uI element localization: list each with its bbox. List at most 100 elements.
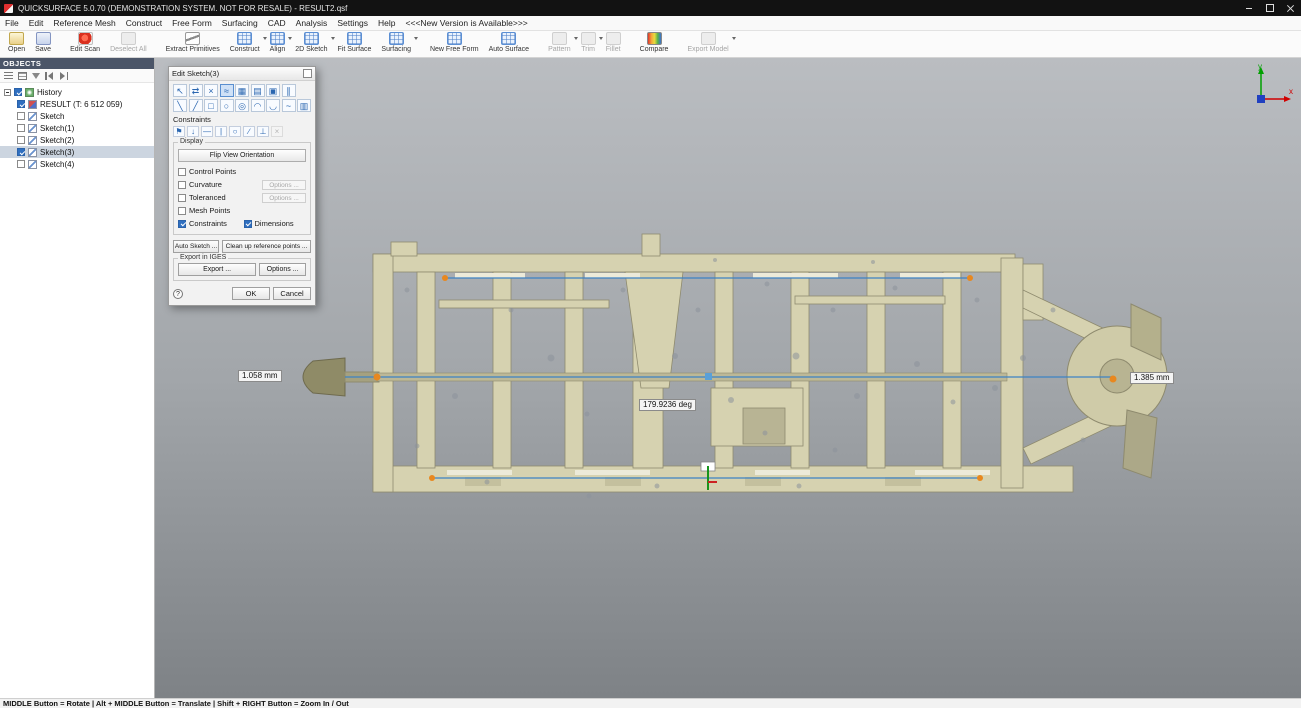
curvature-checkbox[interactable] xyxy=(178,181,186,189)
help-icon[interactable]: ? xyxy=(173,289,183,299)
mirror-tool-icon[interactable]: ▣ xyxy=(266,84,280,97)
tree-item-sketch2[interactable]: Sketch(2) xyxy=(0,134,154,146)
toolbar-new-free-form-button[interactable]: New Free Form xyxy=(425,32,484,53)
pattern-grid-tool-icon[interactable]: ▦ xyxy=(235,84,249,97)
menu-analysis[interactable]: Analysis xyxy=(291,18,333,28)
toolbar-export-model-button[interactable]: Export Model xyxy=(682,32,733,53)
menu-help[interactable]: Help xyxy=(373,18,400,28)
tree-item-history[interactable]: History xyxy=(0,86,154,98)
pattern-linear-tool-icon[interactable]: ▤ xyxy=(251,84,265,97)
dimension-label-right[interactable]: 1.385 mm xyxy=(1130,372,1174,384)
toolbar-surfacing-button[interactable]: Surfacing xyxy=(376,32,416,53)
minimize-button[interactable] xyxy=(1238,0,1259,16)
tangent-constraint-icon[interactable]: ○ xyxy=(229,126,241,137)
result-checkbox[interactable] xyxy=(17,100,25,108)
machine-frame[interactable] xyxy=(373,234,1111,492)
export-model-dropdown-arrow-icon[interactable] xyxy=(732,37,736,40)
menu-cad[interactable]: CAD xyxy=(263,18,291,28)
control-points-checkbox[interactable] xyxy=(178,168,186,176)
select-tool-icon[interactable]: ↖ xyxy=(173,84,187,97)
delete-tool-icon[interactable]: × xyxy=(204,84,218,97)
toolbar-fit-surface-button[interactable]: Fit Surface xyxy=(333,32,377,53)
surfacing-dropdown-arrow-icon[interactable] xyxy=(414,37,418,40)
menu-settings[interactable]: Settings xyxy=(332,18,373,28)
dimensions-checkbox[interactable] xyxy=(244,220,252,228)
parallel-constraint-icon[interactable]: ∕ xyxy=(243,126,255,137)
ok-button[interactable]: OK xyxy=(232,287,270,300)
slot-tool-icon[interactable]: ▥ xyxy=(297,99,311,112)
auto-sketch-button[interactable]: Auto Sketch ... xyxy=(173,240,219,253)
menu-free-form[interactable]: Free Form xyxy=(167,18,217,28)
filter-icon[interactable] xyxy=(32,73,40,79)
toolbar-save-button[interactable]: Save xyxy=(30,32,56,53)
collapse-icon[interactable] xyxy=(4,89,11,96)
arc-3pt-tool-icon[interactable]: ◡ xyxy=(266,99,280,112)
history-checkbox[interactable] xyxy=(14,88,22,96)
toolbar-pattern-button[interactable]: Pattern xyxy=(543,32,576,53)
constraints-checkbox[interactable] xyxy=(178,220,186,228)
tree-item-sketch[interactable]: Sketch xyxy=(0,110,154,122)
vertical-constraint-icon[interactable]: | xyxy=(215,126,227,137)
toolbar-edit-scan-button[interactable]: Edit Scan xyxy=(65,32,105,53)
last-item-icon[interactable] xyxy=(59,72,68,80)
sketch3-checkbox[interactable] xyxy=(17,148,25,156)
dimension-label-left[interactable]: 1.058 mm xyxy=(238,370,282,382)
toolbar-extract-primitives-button[interactable]: Extract Primitives xyxy=(161,32,225,53)
sketch4-checkbox[interactable] xyxy=(17,160,25,168)
toleranced-checkbox[interactable] xyxy=(178,194,186,202)
flip-view-orientation-button[interactable]: Flip View Orientation xyxy=(178,149,306,162)
toolbar-compare-button[interactable]: Compare xyxy=(635,32,674,53)
tree-view-icon[interactable] xyxy=(18,72,27,80)
viewport-3d[interactable]: 1.058 mm 1.385 mm 179.9236 deg y x xyxy=(155,58,1301,698)
sketch2-checkbox[interactable] xyxy=(17,136,25,144)
dialog-title-bar[interactable]: Edit Sketch(3) xyxy=(169,67,315,81)
maximize-button[interactable] xyxy=(1259,0,1280,16)
arc-tool-icon[interactable]: ◠ xyxy=(251,99,265,112)
tree-item-sketch3[interactable]: Sketch(3) xyxy=(0,146,154,158)
first-item-icon[interactable] xyxy=(45,72,54,80)
menu-file[interactable]: File xyxy=(0,18,24,28)
dimension-label-angle[interactable]: 179.9236 deg xyxy=(639,399,696,411)
menu-surfacing[interactable]: Surfacing xyxy=(217,18,263,28)
tree-item-sketch1[interactable]: Sketch(1) xyxy=(0,122,154,134)
spline-tool-icon[interactable]: ~ xyxy=(282,99,296,112)
toolbar-deselect-all-button[interactable]: Deselect All xyxy=(105,32,152,53)
toolbar-open-button[interactable]: Open xyxy=(3,32,30,53)
toolbar-2d-sketch-button[interactable]: 2D Sketch xyxy=(290,32,332,53)
circle-tool-icon[interactable]: ○ xyxy=(220,99,234,112)
curvature-options-button[interactable]: Options ... xyxy=(262,180,306,190)
line-tool-icon[interactable]: ╲ xyxy=(173,99,187,112)
toolbar-trim-button[interactable]: Trim xyxy=(576,32,601,53)
sketch1-checkbox[interactable] xyxy=(17,124,25,132)
menu-edit[interactable]: Edit xyxy=(24,18,49,28)
fit-curve-tool-icon[interactable]: ≈ xyxy=(220,84,234,97)
offset-tool-icon[interactable]: ∥ xyxy=(282,84,296,97)
toolbar-fillet-button[interactable]: Fillet xyxy=(601,32,626,53)
circle-3pt-tool-icon[interactable]: ◎ xyxy=(235,99,249,112)
toleranced-options-button[interactable]: Options ... xyxy=(262,193,306,203)
left-cone[interactable] xyxy=(303,358,345,396)
dialog-pin-icon[interactable] xyxy=(303,69,312,78)
toolbar-auto-surface-button[interactable]: Auto Surface xyxy=(484,32,534,53)
menu-new-version[interactable]: <<<New Version is Available>>> xyxy=(401,18,533,28)
list-view-icon[interactable] xyxy=(4,72,13,80)
anchor-constraint-icon[interactable]: ↓ xyxy=(187,126,199,137)
tree-item-result[interactable]: RESULT (T: 6 512 059) xyxy=(0,98,154,110)
fix-constraint-icon[interactable]: ⚑ xyxy=(173,126,185,137)
cleanup-reference-points-button[interactable]: Clean up reference points ... xyxy=(222,240,311,253)
menu-reference-mesh[interactable]: Reference Mesh xyxy=(48,18,120,28)
cancel-button[interactable]: Cancel xyxy=(273,287,311,300)
toolbar-align-button[interactable]: Align xyxy=(265,32,291,53)
tree-item-sketch4[interactable]: Sketch(4) xyxy=(0,158,154,170)
close-button[interactable] xyxy=(1280,0,1301,16)
sketch-checkbox[interactable] xyxy=(17,112,25,120)
horizontal-constraint-icon[interactable]: — xyxy=(201,126,213,137)
export-options-button[interactable]: Options ... xyxy=(259,263,306,276)
polyline-tool-icon[interactable]: ╱ xyxy=(189,99,203,112)
menu-construct[interactable]: Construct xyxy=(121,18,167,28)
rectangle-tool-icon[interactable]: □ xyxy=(204,99,218,112)
export-button[interactable]: Export ... xyxy=(178,263,256,276)
move-tool-icon[interactable]: ⇄ xyxy=(189,84,203,97)
perpendicular-constraint-icon[interactable]: ⊥ xyxy=(257,126,269,137)
toolbar-construct-button[interactable]: Construct xyxy=(225,32,265,53)
